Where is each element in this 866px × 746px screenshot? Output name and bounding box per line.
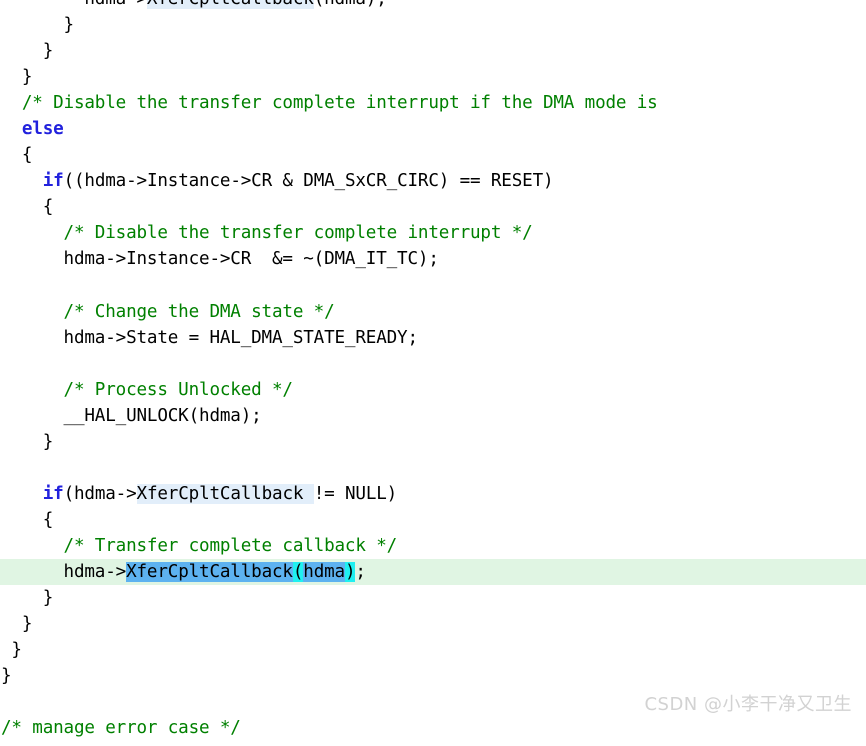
code-line[interactable]: } bbox=[0, 663, 866, 689]
code-line[interactable] bbox=[0, 273, 866, 299]
code-token-keyword: else bbox=[21, 119, 64, 140]
code-line[interactable]: } bbox=[0, 585, 866, 611]
code-token-plain: hdma-> bbox=[1, 0, 147, 9]
code-token-comment: /* Transfer complete callback */ bbox=[1, 535, 398, 556]
code-token-plain: hdma-> bbox=[1, 562, 127, 583]
code-line[interactable]: } bbox=[0, 38, 866, 64]
code-token-plain: } bbox=[1, 41, 54, 62]
code-token-plain: ((hdma->Instance->CR & DMA_SxCR_CIRC) ==… bbox=[63, 171, 554, 192]
code-token-plain: (hdma); bbox=[314, 0, 387, 9]
code-line[interactable]: /* Disable the transfer complete interru… bbox=[0, 220, 866, 246]
code-token-comment: /* Process Unlocked */ bbox=[1, 379, 293, 400]
code-token-plain: ; bbox=[355, 562, 366, 583]
code-line[interactable]: } bbox=[0, 429, 866, 455]
code-line-current[interactable]: hdma->XferCpltCallback(hdma); bbox=[0, 559, 866, 586]
code-token-comment: /* Change the DMA state */ bbox=[1, 301, 335, 322]
code-token-plain: != NULL) bbox=[313, 483, 398, 504]
code-line[interactable]: if(hdma->XferCpltCallback != NULL) bbox=[0, 481, 866, 507]
code-token-plain: } bbox=[1, 666, 12, 687]
code-token-plain: } bbox=[1, 614, 33, 635]
code-token-keyword: if bbox=[42, 483, 64, 504]
code-editor-viewport[interactable]: hdma->XferCpltCallback(hdma); } } } /* D… bbox=[0, 0, 866, 746]
code-token-occurrence: XferCpltCallback bbox=[136, 483, 314, 504]
code-line[interactable]: /* Disable the transfer complete interru… bbox=[0, 90, 866, 116]
code-token-plain: { bbox=[1, 145, 33, 166]
code-token-plain: } bbox=[1, 640, 22, 661]
code-line[interactable]: } bbox=[0, 611, 866, 637]
code-line[interactable]: /* manage error case */ bbox=[0, 715, 866, 741]
code-line[interactable]: __HAL_UNLOCK(hdma); bbox=[0, 403, 866, 429]
code-line[interactable]: hdma->Instance->CR &= ~(DMA_IT_TC); bbox=[0, 246, 866, 272]
code-token-bracket: ) bbox=[344, 562, 356, 583]
code-line[interactable]: if((hdma->Instance->CR & DMA_SxCR_CIRC) … bbox=[0, 168, 866, 194]
code-line[interactable] bbox=[0, 351, 866, 377]
code-token-comment: /* Disable the transfer complete interru… bbox=[1, 93, 658, 114]
code-token-plain: (hdma-> bbox=[63, 483, 137, 504]
code-line[interactable]: { bbox=[0, 142, 866, 168]
code-token-plain: __HAL_UNLOCK(hdma); bbox=[1, 405, 262, 426]
code-token-selection: hdma bbox=[303, 562, 345, 583]
code-token-comment: /* Disable the transfer complete interru… bbox=[1, 223, 533, 244]
code-token-plain: } bbox=[1, 588, 54, 609]
code-line[interactable]: { bbox=[0, 194, 866, 220]
code-line[interactable] bbox=[0, 689, 866, 715]
code-line[interactable]: { bbox=[0, 507, 866, 533]
code-token-bracket: ( bbox=[292, 562, 304, 583]
code-token-plain: { bbox=[1, 197, 54, 218]
code-token-plain: { bbox=[1, 509, 54, 530]
code-line[interactable]: } bbox=[0, 637, 866, 663]
code-token-comment: /* manage error case */ bbox=[1, 718, 241, 739]
code-line[interactable]: hdma->State = HAL_DMA_STATE_READY; bbox=[0, 325, 866, 351]
code-token-plain: } bbox=[1, 431, 54, 452]
code-token-plain: hdma->State = HAL_DMA_STATE_READY; bbox=[1, 327, 419, 348]
code-line[interactable] bbox=[0, 455, 866, 481]
code-line[interactable]: else bbox=[0, 116, 866, 142]
code-line[interactable]: /* Transfer complete callback */ bbox=[0, 533, 866, 559]
code-line[interactable]: } bbox=[0, 64, 866, 90]
code-token-keyword: if bbox=[42, 171, 64, 192]
code-line[interactable]: hdma->XferCpltCallback(hdma); bbox=[0, 0, 866, 12]
code-token-occurrence: XferCpltCallback bbox=[146, 0, 314, 9]
code-line[interactable]: } bbox=[0, 12, 866, 38]
code-block[interactable]: hdma->XferCpltCallback(hdma); } } } /* D… bbox=[0, 0, 866, 741]
code-token-plain: hdma->Instance->CR &= ~(DMA_IT_TC); bbox=[1, 249, 439, 270]
code-line[interactable]: /* Change the DMA state */ bbox=[0, 299, 866, 325]
code-token-plain: } bbox=[1, 15, 75, 36]
code-token-selection: XferCpltCallback bbox=[126, 562, 293, 583]
code-line[interactable]: /* Process Unlocked */ bbox=[0, 377, 866, 403]
code-token-plain: } bbox=[1, 67, 33, 88]
